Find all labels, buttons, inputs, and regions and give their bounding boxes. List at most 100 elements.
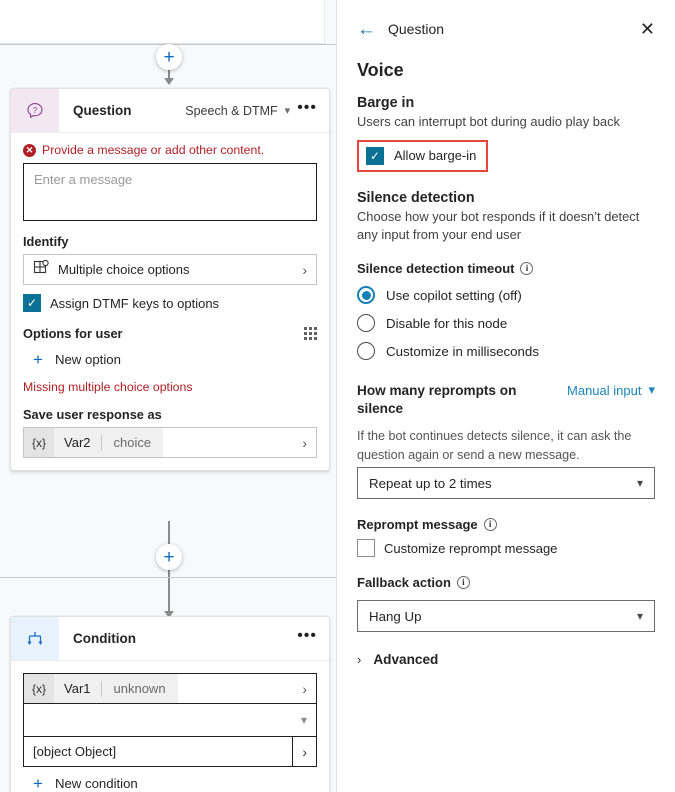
radio-indicator[interactable] [357,342,375,361]
chevron-down-icon: ▾ [636,609,643,624]
silence-timeout-label-row: Silence detection timeout i [357,261,655,276]
channel-selector-label[interactable]: Speech & DTMF [185,104,277,118]
condition-branch-icon [11,617,59,660]
question-node-menu-button[interactable]: ••• [297,100,317,117]
condition-value-field[interactable]: [object Object] › [23,736,317,767]
close-icon[interactable]: ✕ [640,20,655,38]
reprompt-message-label-row: Reprompt message i [357,517,655,532]
chevron-down-icon: ▾ [648,382,655,398]
new-condition-label: New condition [54,776,138,791]
info-icon[interactable]: i [520,262,534,276]
options-label: Options for user [23,326,123,341]
question-node-title: Question [73,103,132,118]
customize-reprompt-checkbox[interactable] [357,539,375,558]
drag-handle-icon[interactable] [304,327,317,340]
chevron-right-icon[interactable]: › [302,681,316,697]
connector-arrow-top [164,78,174,85]
fallback-action-label: Fallback action [357,575,451,591]
question-node-header-actions: Speech & DTMF ▾ ••• [185,89,329,132]
assign-dtmf-label: Assign DTMF keys to options [50,295,220,311]
barge-in-description: Users can interrupt bot during audio pla… [357,114,620,129]
reprompt-message-label: Reprompt message [357,517,478,533]
reprompts-mode-link[interactable]: Manual input ▾ [567,382,655,398]
allow-barge-in-checkbox[interactable] [366,146,384,165]
condition-variable-field[interactable]: {x} Var1 unknown › [23,673,317,704]
plus-icon: + [33,350,43,369]
barge-in-highlight-box: Allow barge-in [357,139,489,172]
radio-use-copilot-setting[interactable]: Use copilot setting (off) [357,286,655,305]
identify-type-picker[interactable]: Multiple choice options › [23,254,317,285]
new-condition-button[interactable]: + New condition [23,767,317,792]
variable-type: unknown [113,681,166,696]
radio-indicator[interactable] [357,286,375,305]
customize-reprompt-label: Customize reprompt message [384,540,558,556]
question-error-banner: ✕ Provide a message or add other content… [23,143,317,157]
chevron-down-icon: ▾ [636,476,643,491]
chevron-down-icon: ▾ [300,713,307,727]
new-option-label: New option [54,352,121,367]
identify-type-value: Multiple choice options [58,262,190,277]
fallback-action-value: Hang Up [369,608,422,624]
barge-in-section: Barge in Users can interrupt bot during … [357,95,655,172]
reprompts-header: How many reprompts on silence Manual inp… [357,382,655,418]
back-arrow-icon[interactable]: ← [357,20,376,39]
page-title: Voice [357,60,404,80]
svg-text:?: ? [33,106,38,115]
variable-chip: {x} Var1 unknown [24,674,178,703]
condition-node-menu-button[interactable]: ••• [297,628,317,645]
chevron-right-icon[interactable]: › [302,435,316,451]
message-input[interactable]: Enter a message [23,163,317,221]
customize-reprompt-checkbox-row[interactable]: Customize reprompt message [357,539,655,558]
error-icon: ✕ [23,143,36,157]
question-error-text: Provide a message or add other content. [42,143,265,157]
fallback-action-dropdown[interactable]: Hang Up ▾ [357,600,655,633]
fallback-action-label-row: Fallback action i [357,575,655,590]
save-response-variable-field[interactable]: {x} Var2 choice › [23,427,317,458]
condition-node-body: {x} Var1 unknown › ▾ [object Object] › +… [11,661,329,792]
variable-token-icon: {x} [24,674,55,703]
add-node-button-top[interactable]: + [156,44,182,70]
chevron-down-icon[interactable]: ▾ [285,104,291,117]
new-option-button[interactable]: + New option [23,345,317,374]
silence-detection-title: Silence detection [357,189,475,206]
condition-node-header: Condition ••• [11,617,329,661]
voice-properties-panel: ← Question ✕ Voice Barge in Users can in… [336,0,675,792]
reprompts-label: How many reprompts on silence [357,383,517,417]
save-response-label: Save user response as [23,407,162,422]
condition-operator-select[interactable]: ▾ [23,703,317,737]
identify-label: Identify [23,234,69,249]
silence-timeout-label: Silence detection timeout [357,261,515,277]
multiple-choice-icon [33,259,49,280]
radio-label: Use copilot setting (off) [386,287,522,303]
canvas-divider-bottom [0,577,336,578]
chevron-right-icon[interactable]: › [293,744,316,760]
radio-customize-in-milliseconds[interactable]: Customize in milliseconds [357,342,655,361]
panel-header: ← Question ✕ [357,0,655,52]
radio-disable-for-this-node[interactable]: Disable for this node [357,314,655,333]
variable-token-icon: {x} [24,428,55,457]
info-icon[interactable]: i [456,576,470,590]
info-icon[interactable]: i [483,518,497,532]
variable-name: Var1 [64,681,91,696]
advanced-label: Advanced [373,652,439,668]
app-screen: + ? Question Speech & DTMF ▾ ••• ✕ Provi… [0,0,675,792]
radio-indicator[interactable] [357,314,375,333]
radio-label: Disable for this node [386,315,508,331]
add-node-button-middle[interactable]: + [156,544,182,570]
question-node[interactable]: ? Question Speech & DTMF ▾ ••• ✕ Provide… [10,88,330,471]
condition-node-header-actions: ••• [297,617,329,660]
previous-node-card-bottom [0,0,325,44]
advanced-section-toggle[interactable]: › Advanced [357,652,655,667]
reprompts-count-dropdown[interactable]: Repeat up to 2 times ▾ [357,467,655,500]
question-node-header: ? Question Speech & DTMF ▾ ••• [11,89,329,133]
chevron-right-icon: › [302,261,307,278]
variable-name: Var2 [64,435,91,450]
question-bubble-icon: ? [11,89,59,132]
panel-breadcrumb-title[interactable]: Question [376,21,640,37]
assign-dtmf-checkbox[interactable] [23,294,41,312]
condition-node[interactable]: Condition ••• {x} Var1 unknown › ▾ [obje… [10,616,330,792]
question-node-body: ✕ Provide a message or add other content… [11,133,329,470]
flow-canvas[interactable]: + ? Question Speech & DTMF ▾ ••• ✕ Provi… [0,0,336,792]
assign-dtmf-checkbox-row[interactable]: Assign DTMF keys to options [23,294,317,312]
reprompts-count-value: Repeat up to 2 times [369,475,492,491]
